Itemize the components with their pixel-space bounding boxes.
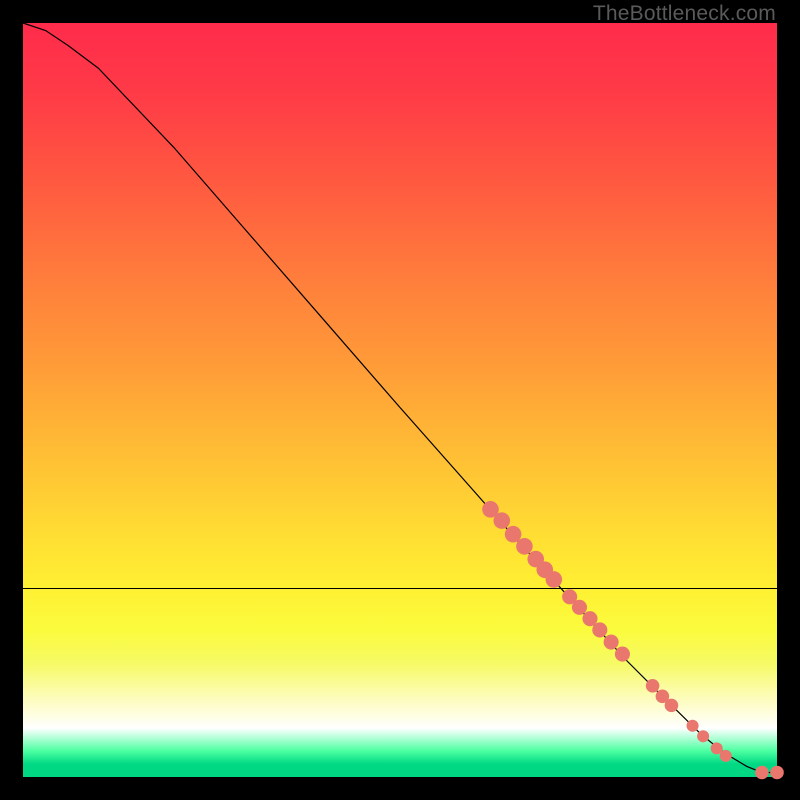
data-marker	[665, 699, 679, 713]
marker-layer	[482, 501, 784, 779]
data-marker	[493, 512, 510, 529]
data-marker	[615, 647, 630, 662]
data-marker	[755, 766, 769, 780]
data-marker	[546, 571, 563, 588]
plot-area	[23, 23, 777, 777]
data-marker	[572, 600, 587, 615]
data-marker	[604, 634, 619, 649]
data-marker	[720, 750, 732, 762]
data-marker	[770, 766, 784, 780]
bottleneck-curve	[23, 23, 777, 772]
curve-layer	[23, 23, 777, 777]
data-marker	[697, 730, 709, 742]
data-marker	[505, 526, 522, 543]
data-marker	[516, 538, 533, 555]
watermark-text: TheBottleneck.com	[593, 2, 776, 26]
data-marker	[592, 622, 607, 637]
data-marker	[687, 720, 699, 732]
chart-frame: TheBottleneck.com	[0, 0, 800, 800]
data-marker	[646, 679, 660, 693]
data-marker	[582, 611, 597, 626]
